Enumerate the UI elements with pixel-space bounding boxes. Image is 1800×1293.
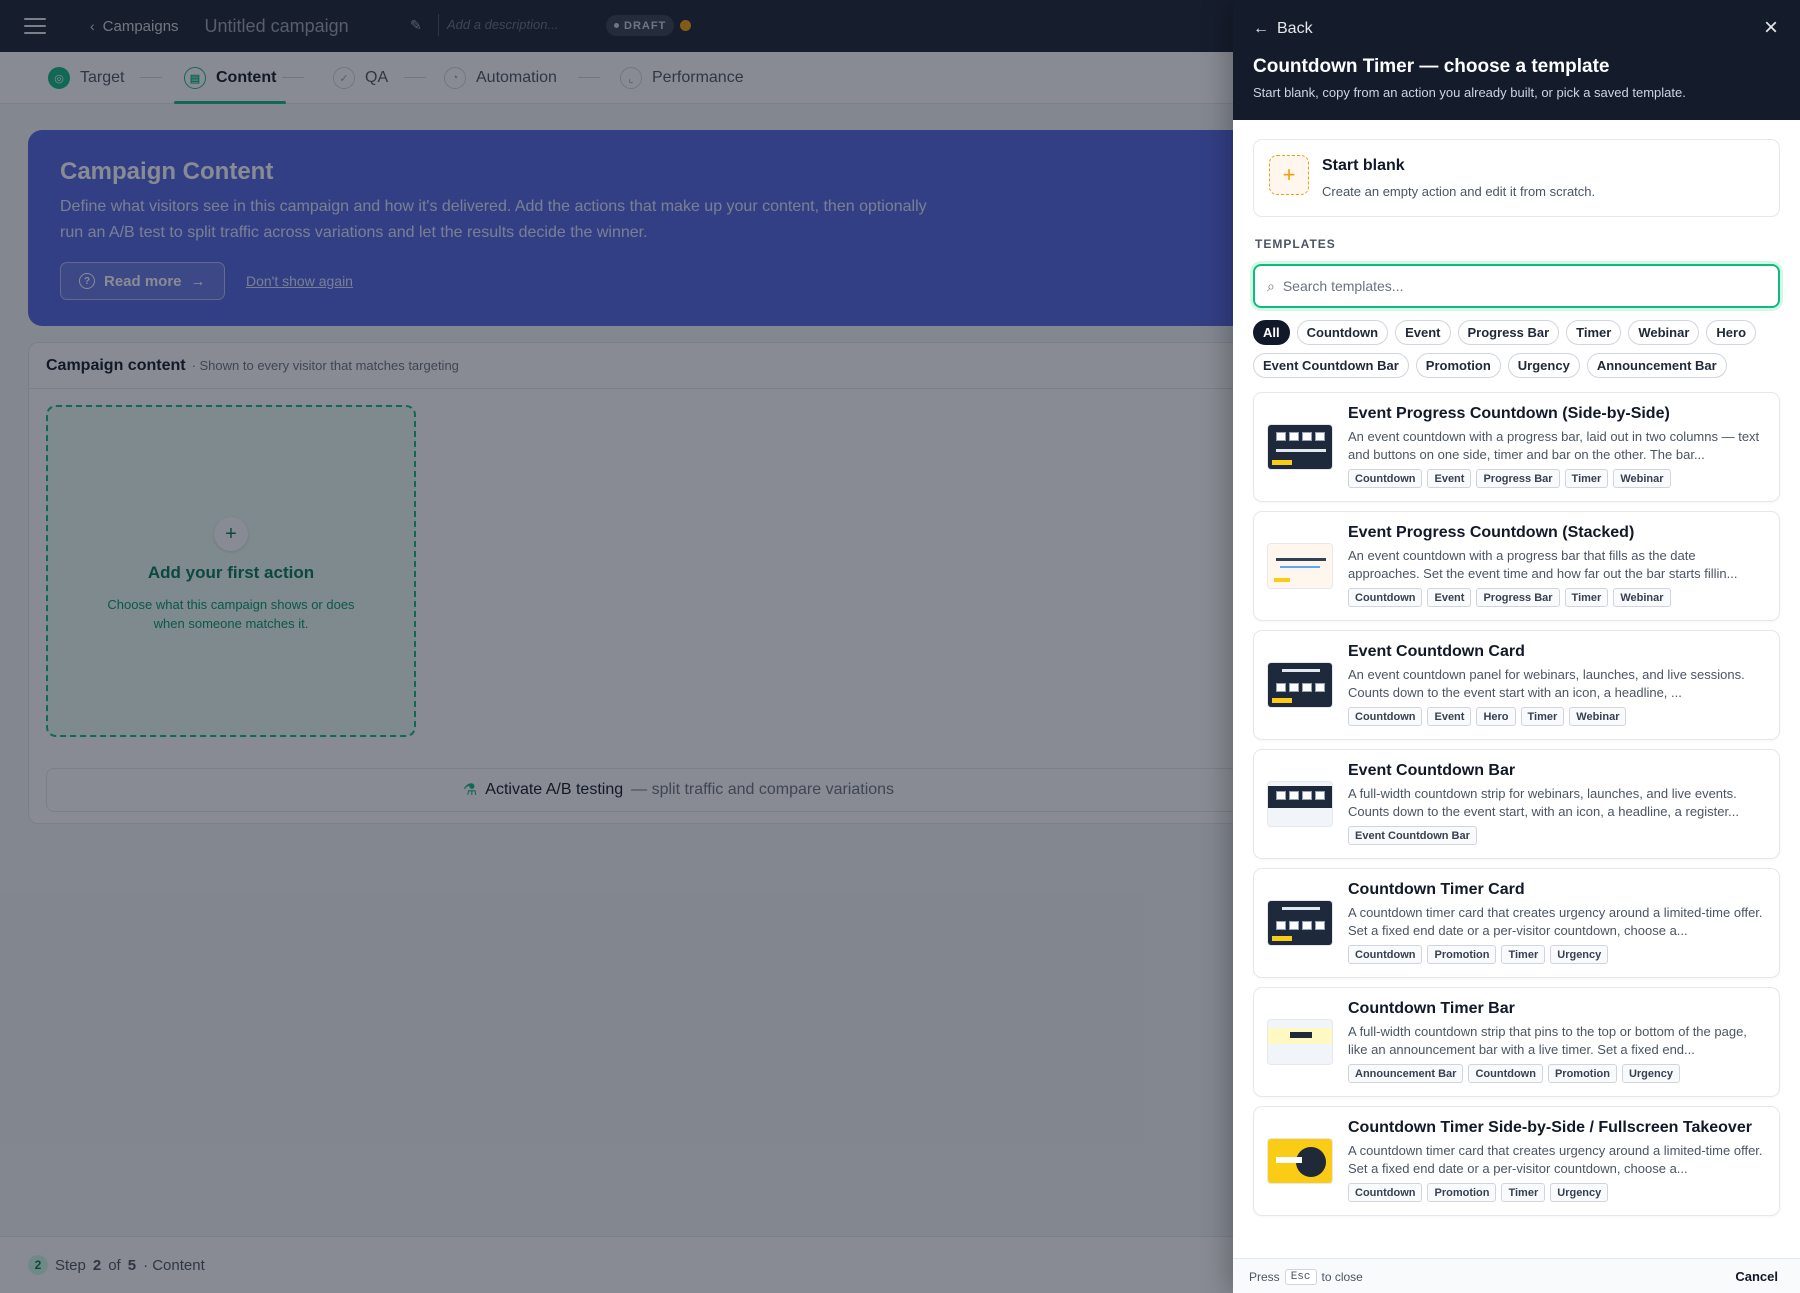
template-title: Countdown Timer Card [1348,881,1525,898]
filter-chips: All Countdown Event Progress Bar Timer Webina… [1253,320,1783,378]
template-tags: Countdown Promotion Timer Urgency [1348,945,1609,964]
template-tag: Urgency [1621,1064,1680,1083]
filter-chip[interactable]: Promotion [1415,353,1501,378]
template-description: A countdown timer card that creates urge… [1348,905,1763,938]
template-tag: Countdown [1468,1064,1543,1083]
template-tag: Countdown [1348,707,1423,726]
start-blank-subtitle: Create an empty action and edit it from … [1322,184,1596,199]
start-blank-option[interactable]: + Start blank Create an empty action and… [1253,139,1780,217]
template-tag: Urgency [1550,945,1609,964]
template-card[interactable]: Event Countdown Card An event countdown p… [1253,630,1780,740]
drawer-header: ← Back × Countdown Timer — choose a temp… [1233,0,1800,120]
filter-chip[interactable]: Event Countdown Bar [1253,353,1409,378]
template-description: An event countdown with a progress bar, … [1348,429,1760,462]
plus-icon: + [1269,155,1309,195]
esc-suffix: to close [1321,1270,1363,1284]
esc-prefix: Press [1249,1270,1280,1284]
template-tag: Event Countdown Bar [1348,826,1477,845]
template-tag: Urgency [1550,1183,1609,1202]
template-card[interactable]: Countdown Timer Side-by-Side / Fullscree… [1253,1106,1780,1216]
template-thumbnail [1267,900,1333,946]
template-tag: Promotion [1427,1183,1497,1202]
filter-chip[interactable]: Urgency [1507,353,1580,378]
template-tag: Timer [1564,588,1609,607]
template-description: An event countdown panel for webinars, l… [1348,667,1745,700]
template-card[interactable]: Event Progress Countdown (Side-by-Side) A… [1253,392,1780,502]
template-thumbnail [1267,781,1333,827]
template-tag: Hero [1476,707,1516,726]
esc-key: Esc [1284,1269,1317,1285]
filter-chip[interactable]: Webinar [1628,320,1700,345]
filter-chip[interactable]: Countdown [1296,320,1389,345]
template-title: Event Progress Countdown (Stacked) [1348,524,1635,541]
template-title: Countdown Timer Bar [1348,1000,1515,1017]
template-tags: Countdown Event Progress Bar Timer Webinar [1348,588,1671,607]
template-tag: Event [1427,469,1472,488]
template-tag: Promotion [1547,1064,1617,1083]
template-tag: Webinar [1613,469,1671,488]
close-icon[interactable]: × [1764,16,1778,40]
filter-chip[interactable]: Timer [1566,320,1622,345]
search-input[interactable] [1282,278,1743,294]
escape-hint: Press Esc to close [1249,1269,1363,1285]
template-tag: Countdown [1348,1183,1423,1202]
template-description: A countdown timer card that creates urge… [1348,1143,1763,1176]
cancel-button[interactable]: Cancel [1735,1269,1778,1284]
template-tag: Countdown [1348,588,1423,607]
template-title: Event Progress Countdown (Side-by-Side) [1348,405,1670,422]
template-tag: Webinar [1613,588,1671,607]
filter-chip[interactable]: Announcement Bar [1586,353,1727,378]
template-tags: Announcement Bar Countdown Promotion Urgenc… [1348,1064,1680,1083]
template-card[interactable]: Countdown Timer Bar A full-width countdow… [1253,987,1780,1097]
template-tags: Countdown Promotion Timer Urgency [1348,1183,1609,1202]
filter-chip[interactable]: Event [1395,320,1451,345]
template-thumbnail [1267,424,1333,470]
filter-chip[interactable]: Progress Bar [1457,320,1560,345]
template-tag: Promotion [1427,945,1497,964]
filter-chip[interactable]: All [1253,320,1290,345]
drawer-subtitle: Start blank, copy from an action you alr… [1253,85,1686,100]
template-tag: Announcement Bar [1348,1064,1464,1083]
template-tag: Event [1427,707,1472,726]
template-tag: Countdown [1348,945,1423,964]
back-button[interactable]: ← Back [1253,20,1313,38]
drawer-footer: Press Esc to close Cancel [1233,1258,1800,1293]
filter-chip[interactable]: Hero [1706,320,1757,345]
template-card[interactable]: Countdown Timer Card A countdown timer ca… [1253,868,1780,978]
template-thumbnail [1267,1138,1333,1184]
search-icon: ⌕ [1267,277,1275,294]
template-card[interactable]: Event Progress Countdown (Stacked) An eve… [1253,511,1780,621]
template-title: Event Countdown Card [1348,643,1525,660]
template-tags: Countdown Event Progress Bar Timer Webinar [1348,469,1671,488]
template-tag: Countdown [1348,469,1423,488]
template-list: Event Progress Countdown (Side-by-Side) A… [1253,392,1780,1225]
template-title: Event Countdown Bar [1348,762,1516,779]
template-tag: Progress Bar [1476,469,1560,488]
drawer-title: Countdown Timer — choose a template [1253,56,1610,77]
template-description: A full-width countdown strip for webinar… [1348,786,1739,819]
template-tag: Timer [1520,707,1565,726]
template-thumbnail [1267,1019,1333,1065]
template-description: A full-width countdown strip that pins t… [1348,1024,1747,1057]
start-blank-title: Start blank [1322,157,1405,174]
back-label: Back [1277,20,1313,37]
templates-section-label: TEMPLATES [1255,237,1336,251]
template-thumbnail [1267,543,1333,589]
template-tag: Progress Bar [1476,588,1560,607]
template-tag: Timer [1501,1183,1546,1202]
template-tags: Event Countdown Bar [1348,826,1477,845]
template-title: Countdown Timer Side-by-Side / Fullscree… [1348,1119,1752,1136]
arrow-left-icon: ← [1253,20,1269,37]
template-thumbnail [1267,662,1333,708]
template-search-box[interactable]: ⌕ [1253,264,1780,308]
template-tags: Countdown Event Hero Timer Webinar [1348,707,1627,726]
template-tag: Timer [1564,469,1609,488]
template-tag: Event [1427,588,1472,607]
template-picker-drawer: ← Back × Countdown Timer — choose a temp… [1233,0,1800,1293]
template-card[interactable]: Event Countdown Bar A full-width countdow… [1253,749,1780,859]
template-tag: Timer [1501,945,1546,964]
template-tag: Webinar [1569,707,1627,726]
template-description: An event countdown with a progress bar t… [1348,548,1738,581]
